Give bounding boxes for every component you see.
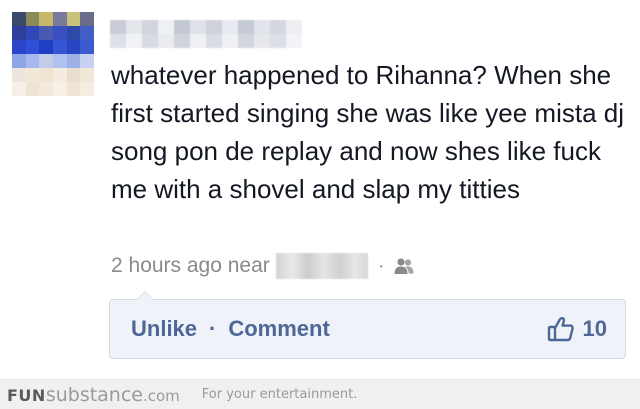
like-count-link[interactable]: 10 [547,300,607,358]
thumbs-up-icon [547,316,574,342]
site-logo: FUN substance .com [7,384,180,406]
location-link-blurred[interactable] [275,253,368,279]
like-count: 10 [582,316,607,341]
post-text: whatever happened to Rihanna? When she f… [111,60,624,204]
friends-icon[interactable] [393,257,415,275]
meta-separator: · [377,254,385,277]
unlike-button[interactable]: Unlike [131,316,197,342]
watermark-bar: FUN substance .com For your entertainmen… [0,379,640,409]
logo-domain-text: .com [142,386,180,405]
post-meta: 2 hours ago near · [111,250,415,282]
author-name-blurred[interactable] [110,20,302,48]
avatar[interactable] [12,12,94,96]
comment-button[interactable]: Comment [228,316,329,342]
action-links: Unlike · Comment [131,300,330,358]
tagline: For your entertainment. [201,387,358,402]
action-bar: Unlike · Comment 10 [109,291,626,359]
timestamp-link[interactable]: 2 hours ago near [111,254,270,278]
logo-bold-text: FUN [7,385,46,405]
action-separator: · [209,316,217,341]
logo-light-text: substance [45,383,143,406]
